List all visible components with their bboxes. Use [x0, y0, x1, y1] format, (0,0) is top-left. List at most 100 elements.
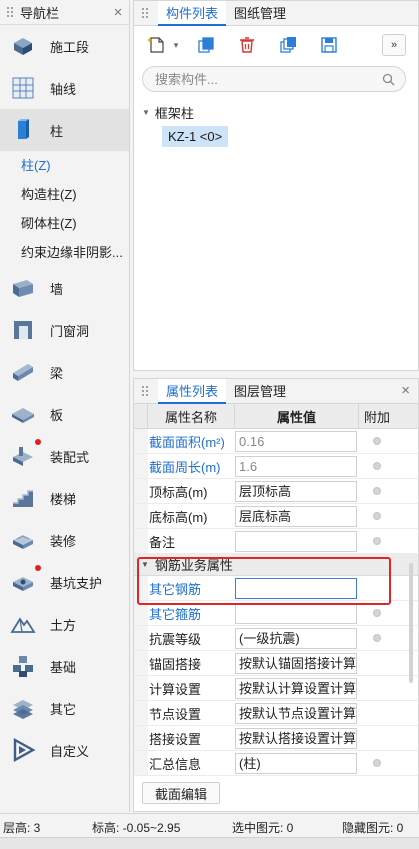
header-name: 属性名称 [148, 404, 235, 428]
drag-handle-icon[interactable] [6, 6, 14, 18]
attach-checkbox[interactable] [373, 462, 381, 470]
property-value-field[interactable]: 按默认计算设置计算 [235, 677, 357, 699]
close-icon[interactable]: × [401, 382, 410, 399]
new-component-icon[interactable] [146, 34, 168, 56]
nav-subitem[interactable]: 约束边缘非阴影... [0, 238, 129, 267]
section-edit-button[interactable]: 截面编辑 [142, 782, 220, 804]
nav-item-axis-grid[interactable]: 轴线 [0, 67, 129, 109]
attach-checkbox[interactable] [373, 487, 381, 495]
property-row: 截面周长(m) 1.6 [134, 454, 418, 479]
property-row: 节点设置 按默认节点设置计算 [134, 701, 418, 726]
copy-to-floor-icon[interactable] [277, 34, 299, 56]
nav-header: 导航栏 × [0, 0, 129, 25]
nav-item-slab[interactable]: 板 [0, 393, 129, 435]
status-selected: 选中图元: 0 [232, 821, 294, 835]
nav-item-label: 轴线 [50, 81, 77, 97]
property-row: 抗震等级 (一级抗震) [134, 626, 418, 651]
tab-layer-management[interactable]: 图层管理 [226, 379, 294, 404]
component-toolbar: ▾ » [134, 26, 418, 64]
nav-item-construction-segment[interactable]: 施工段 [0, 25, 129, 67]
property-name: 搭接设置 [149, 731, 202, 747]
earthwork-icon [10, 611, 36, 637]
attach-checkbox[interactable] [373, 512, 381, 520]
delete-icon[interactable] [236, 34, 258, 56]
attach-checkbox[interactable] [373, 759, 381, 767]
property-value-field[interactable]: 0.16 [235, 430, 357, 452]
drag-handle-icon[interactable] [141, 385, 149, 397]
nav-subitem[interactable]: 柱(Z) [0, 151, 129, 180]
nav-item-beam[interactable]: 梁 [0, 351, 129, 393]
property-value-field[interactable]: (一级抗震) [235, 627, 357, 649]
property-value-field[interactable]: (柱) [235, 752, 357, 774]
attach-checkbox[interactable] [373, 609, 381, 617]
nav-subitem[interactable]: 构造柱(Z) [0, 180, 129, 209]
navigation-panel: 导航栏 × 施工段轴线 柱 柱(Z) 构造柱(Z) 砌体柱(Z) 约束边缘非阴影...… [0, 0, 130, 812]
property-row: 计算设置 按默认计算设置计算 [134, 676, 418, 701]
component-list-panel: 构件列表 图纸管理 ▾ » ▼ 框架柱 KZ-1 <0> [133, 0, 419, 371]
search-icon[interactable] [382, 73, 395, 89]
property-value-field[interactable] [235, 602, 357, 624]
pit-support-icon [10, 569, 36, 595]
nav-item-other[interactable]: 其它 [0, 687, 129, 729]
notification-dot [35, 439, 41, 445]
attach-checkbox[interactable] [373, 437, 381, 445]
save-component-icon[interactable] [318, 34, 340, 56]
property-table-header: 属性名称 属性值 附加 [134, 404, 418, 429]
nav-item-pit-support[interactable]: 基坑支护 [0, 561, 129, 603]
tab-property-list[interactable]: 属性列表 [158, 378, 227, 404]
expand-arrow-icon[interactable]: ▼ [142, 108, 150, 117]
status-bar: 层高: 3 标高: -0.05~2.95 选中图元: 0 隐藏图元: 0 [0, 813, 419, 837]
property-name: 节点设置 [149, 706, 202, 722]
beam-icon [10, 359, 36, 385]
drag-handle-icon[interactable] [141, 7, 149, 19]
property-value-field[interactable]: 按默认搭接设置计算 [235, 727, 357, 749]
property-row: 备注 [134, 529, 418, 554]
nav-item-custom[interactable]: 自定义 [0, 729, 129, 771]
nav-item-earthwork[interactable]: 土方 [0, 603, 129, 645]
search-input[interactable] [155, 71, 355, 87]
nav-item-prefab[interactable]: 装配式 [0, 435, 129, 477]
nav-item-wall[interactable]: 墙 [0, 267, 129, 309]
more-button[interactable]: » [382, 34, 406, 56]
nav-item-label: 基础 [50, 659, 77, 675]
component-tabbar: 构件列表 图纸管理 [134, 0, 418, 26]
attach-checkbox[interactable] [373, 537, 381, 545]
tab-component-list[interactable]: 构件列表 [158, 0, 227, 26]
nav-item-label: 板 [50, 407, 64, 423]
nav-item-label: 其它 [50, 701, 77, 717]
nav-item-label: 土方 [50, 617, 77, 633]
property-name: 底标高(m) [149, 509, 208, 525]
bottom-strip [0, 837, 419, 849]
nav-item-foundation[interactable]: 基础 [0, 645, 129, 687]
construction-segment-icon [10, 33, 36, 59]
vertical-scrollbar[interactable] [409, 563, 413, 683]
nav-item-column[interactable]: 柱 [0, 109, 129, 151]
property-value-field[interactable] [235, 530, 357, 552]
copy-icon[interactable] [195, 34, 217, 56]
tree-node-label: 框架柱 [154, 105, 194, 121]
highlight-box [137, 557, 391, 605]
property-name: 备注 [149, 534, 176, 550]
nav-item-label: 楼梯 [50, 491, 77, 507]
property-value-field[interactable]: 层底标高 [235, 505, 357, 527]
other-icon [10, 695, 36, 721]
tree-leaf-kz1[interactable]: KZ-1 <0> [162, 126, 229, 147]
nav-item-door-window[interactable]: 门窗洞 [0, 309, 129, 351]
attach-checkbox[interactable] [373, 634, 381, 642]
property-value-field[interactable]: 1.6 [235, 455, 357, 477]
property-row: 顶标高(m) 层顶标高 [134, 479, 418, 504]
nav-item-stairs[interactable]: 楼梯 [0, 477, 129, 519]
property-name: 顶标高(m) [149, 484, 208, 500]
tab-drawing-management[interactable]: 图纸管理 [226, 1, 294, 26]
property-value-field[interactable]: 层顶标高 [235, 480, 357, 502]
close-icon[interactable]: × [107, 4, 129, 21]
nav-item-decoration[interactable]: 装修 [0, 519, 129, 561]
wall-icon [10, 275, 36, 301]
chevron-down-icon[interactable]: ▾ [171, 34, 181, 56]
property-name: 计算设置 [149, 681, 202, 697]
property-tabbar: 属性列表 图层管理 × [134, 378, 418, 404]
property-value-field[interactable]: 按默认锚固搭接计算 [235, 652, 357, 674]
tree-node-frame-column[interactable]: ▼ 框架柱 [142, 102, 418, 122]
property-value-field[interactable]: 按默认节点设置计算 [235, 702, 357, 724]
nav-subitem[interactable]: 砌体柱(Z) [0, 209, 129, 238]
